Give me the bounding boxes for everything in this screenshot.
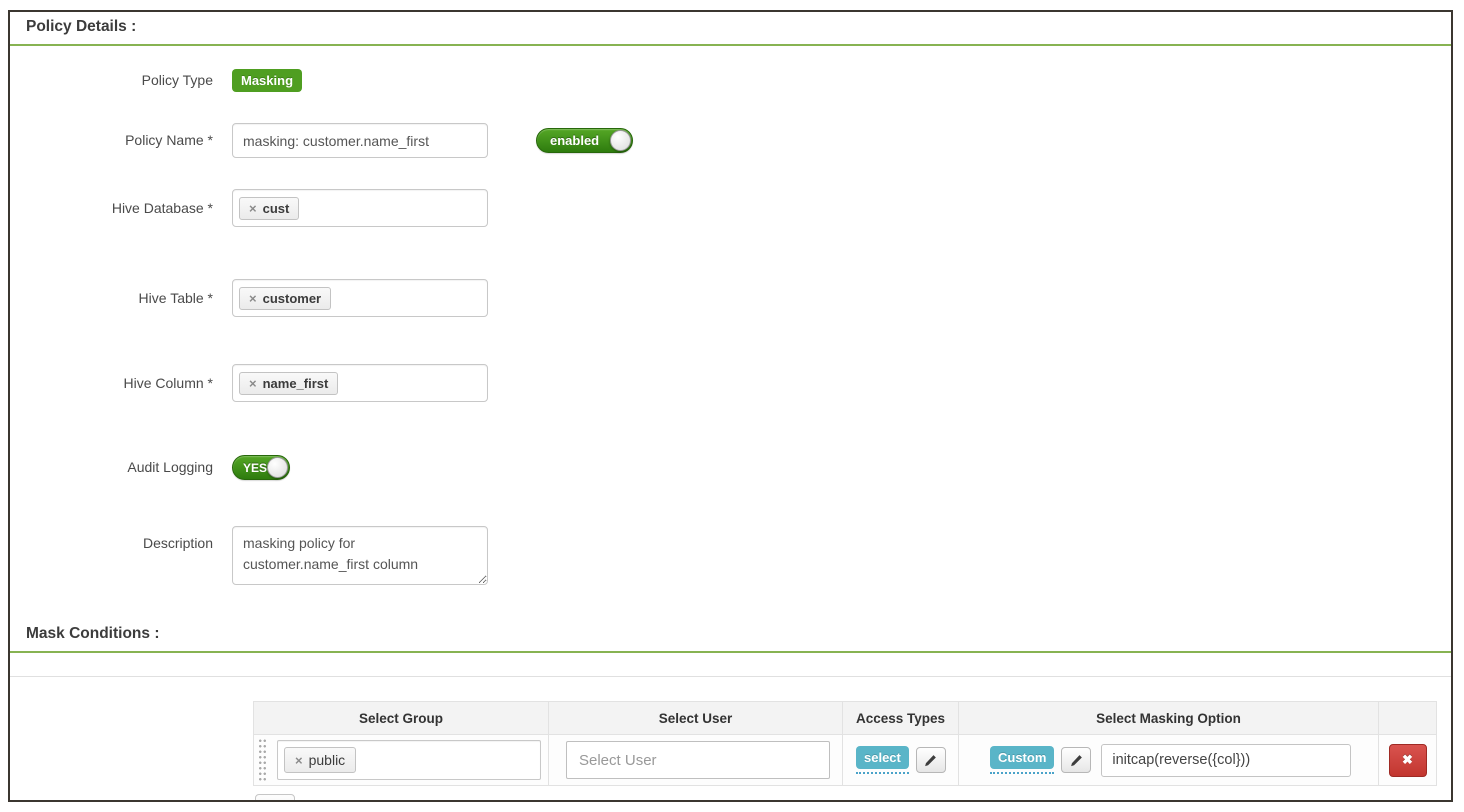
hive-table-input[interactable]: × customer xyxy=(232,279,488,317)
access-types-value: select xyxy=(856,746,909,769)
policy-type-badge: Masking xyxy=(232,69,302,92)
hive-table-label: Hive Table * xyxy=(10,290,213,307)
edit-access-types-button[interactable] xyxy=(916,747,946,773)
hive-database-row: Hive Database * × cust xyxy=(10,189,1451,227)
section-divider xyxy=(10,676,1451,677)
policy-form-panel: Policy Details : Policy Type Masking Pol… xyxy=(8,10,1453,802)
policy-name-input[interactable] xyxy=(232,123,488,158)
policy-name-row: Policy Name * enabled xyxy=(10,123,1451,158)
plus-icon: ✚ xyxy=(270,799,281,802)
edit-masking-option-button[interactable] xyxy=(1061,747,1091,773)
policy-name-label: Policy Name * xyxy=(10,132,213,149)
access-types-badge[interactable]: select xyxy=(856,746,909,774)
hive-database-input[interactable]: × cust xyxy=(232,189,488,227)
audit-logging-label: Audit Logging xyxy=(10,459,213,476)
description-row: Description masking policy for customer.… xyxy=(10,526,1451,585)
pencil-icon xyxy=(1070,754,1083,767)
drag-handle-icon[interactable] xyxy=(258,738,267,782)
toggle-knob xyxy=(610,130,631,151)
audit-logging-toggle[interactable]: YES xyxy=(232,455,290,480)
audit-logging-row: Audit Logging YES xyxy=(10,455,1451,480)
select-user-input[interactable] xyxy=(566,741,830,779)
description-textarea[interactable]: masking policy for customer.name_first c… xyxy=(232,526,488,585)
hive-column-input[interactable]: × name_first xyxy=(232,364,488,402)
delete-icon: ✖ xyxy=(1402,752,1413,768)
mask-conditions-title: Mask Conditions : xyxy=(10,619,1451,653)
table-row: × public select xyxy=(254,735,1437,786)
mask-conditions-section: Select Group Select User Access Types Se… xyxy=(253,701,1451,802)
hive-table-row: Hive Table * × customer xyxy=(10,279,1451,317)
select-group-input[interactable]: × public xyxy=(277,740,541,780)
tag-label: public xyxy=(309,752,346,768)
masking-option-value: Custom xyxy=(990,746,1054,769)
header-access-types: Access Types xyxy=(843,702,959,735)
selected-tag: × customer xyxy=(239,287,331,310)
masking-expression-input[interactable] xyxy=(1101,744,1351,777)
hive-database-label: Hive Database * xyxy=(10,200,213,217)
tag-label: cust xyxy=(263,201,290,216)
tag-label: name_first xyxy=(263,376,329,391)
policy-details-title: Policy Details : xyxy=(10,12,1451,46)
header-actions xyxy=(1379,702,1437,735)
hive-column-label: Hive Column * xyxy=(10,375,213,392)
add-condition-button[interactable]: ✚ xyxy=(255,794,295,802)
policy-enabled-toggle-label: enabled xyxy=(550,133,599,148)
tag-remove-icon[interactable]: × xyxy=(295,753,303,768)
table-header-row: Select Group Select User Access Types Se… xyxy=(254,702,1437,735)
policy-enabled-toggle[interactable]: enabled xyxy=(536,128,633,153)
toggle-knob xyxy=(267,457,288,478)
selected-tag: × public xyxy=(284,747,356,773)
header-select-group: Select Group xyxy=(254,702,549,735)
masking-option-badge[interactable]: Custom xyxy=(990,746,1054,774)
tag-remove-icon[interactable]: × xyxy=(249,201,257,216)
selected-tag: × name_first xyxy=(239,372,338,395)
pencil-icon xyxy=(924,754,937,767)
description-label: Description xyxy=(10,526,213,552)
policy-type-row: Policy Type Masking xyxy=(10,69,1451,92)
page: { "colors": { "frame-border": "#3b3630",… xyxy=(0,0,1464,812)
header-select-masking-option: Select Masking Option xyxy=(959,702,1379,735)
tag-label: customer xyxy=(263,291,322,306)
tag-remove-icon[interactable]: × xyxy=(249,291,257,306)
policy-type-label: Policy Type xyxy=(10,72,213,89)
delete-row-button[interactable]: ✖ xyxy=(1389,744,1427,777)
tag-remove-icon[interactable]: × xyxy=(249,376,257,391)
mask-conditions-table: Select Group Select User Access Types Se… xyxy=(253,701,1437,786)
selected-tag: × cust xyxy=(239,197,299,220)
audit-logging-toggle-label: YES xyxy=(243,461,267,475)
hive-column-row: Hive Column * × name_first xyxy=(10,364,1451,402)
header-select-user: Select User xyxy=(549,702,843,735)
